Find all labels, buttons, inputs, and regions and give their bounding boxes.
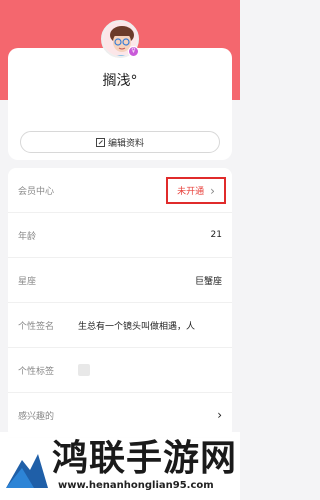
nickname: 搁浅° — [102, 73, 138, 89]
row-constellation[interactable]: 星座 巨蟹座 — [8, 258, 232, 303]
watermark-title: 鸿联手游网 — [52, 437, 238, 479]
row-label: 个性标签 — [18, 366, 55, 377]
member-status: 未开通 — [177, 187, 205, 197]
watermark-logo-icon — [6, 454, 48, 488]
watermark-url: www.henanhonglian95.com — [58, 480, 214, 491]
chevron-right-icon: › — [210, 183, 215, 198]
chevron-right-icon: › — [217, 408, 222, 422]
row-age[interactable]: 年龄 21 — [8, 213, 232, 258]
row-label: 感兴趣的 — [18, 411, 55, 422]
row-label: 年龄 — [18, 231, 37, 242]
age-value: 21 — [210, 230, 222, 240]
signature-value: 生总有一个镜头叫做相遇，人 — [78, 321, 196, 332]
edit-icon — [95, 137, 105, 147]
gender-badge-icon: ♀ — [128, 46, 139, 57]
row-label: 星座 — [18, 276, 37, 287]
profile-info-list: 会员中心 未开通 › 年龄 21 星座 巨蟹座 个性签名 生总有一个镜头叫做相遇… — [8, 168, 232, 438]
row-signature[interactable]: 个性签名 生总有一个镜头叫做相遇，人 — [8, 303, 232, 348]
row-label: 个性签名 — [18, 321, 55, 332]
member-status-box[interactable]: 未开通 › — [166, 177, 226, 204]
row-tags[interactable]: 个性标签 — [8, 348, 232, 393]
constellation-value: 巨蟹座 — [194, 276, 222, 287]
row-label: 会员中心 — [18, 186, 55, 197]
edit-profile-button[interactable]: 编辑资料 — [20, 131, 220, 153]
row-member-center[interactable]: 会员中心 未开通 › — [8, 168, 232, 213]
tag-placeholder — [78, 364, 90, 376]
edit-profile-label: 编辑资料 — [107, 138, 144, 149]
